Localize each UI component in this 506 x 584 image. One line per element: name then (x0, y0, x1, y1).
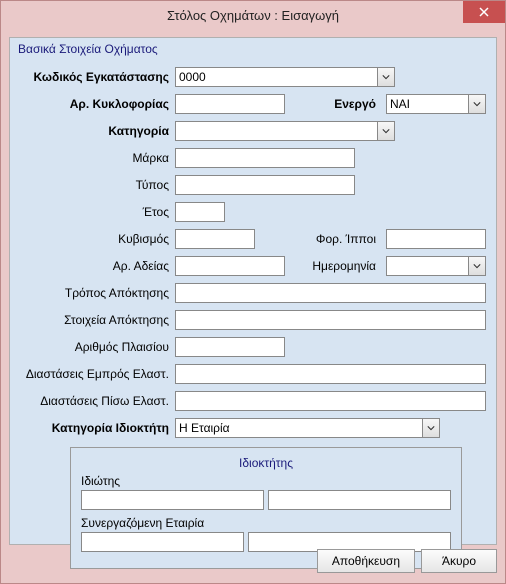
chevron-down-icon (382, 127, 390, 135)
chevron-down-icon (382, 73, 390, 81)
cc-input[interactable] (175, 229, 255, 249)
owner-category-combo[interactable] (175, 418, 440, 438)
category-combo[interactable] (175, 121, 395, 141)
label-owner-company: Συνεργαζόμενη Εταιρία (81, 516, 451, 530)
group-title: Βασικά Στοιχεία Οχήματος (16, 42, 490, 60)
close-icon (479, 7, 489, 17)
chevron-down-icon (427, 424, 435, 432)
active-drop[interactable] (468, 94, 486, 114)
save-button[interactable]: Αποθήκευση (317, 549, 415, 573)
active-input[interactable] (386, 94, 468, 114)
year-input[interactable] (175, 202, 225, 222)
owner-private-name-input[interactable] (268, 490, 451, 510)
licence-input[interactable] (175, 256, 285, 276)
install-code-input[interactable] (175, 67, 377, 87)
date-combo[interactable] (386, 256, 486, 276)
chassis-input[interactable] (175, 337, 285, 357)
date-input[interactable] (386, 256, 468, 276)
window-frame: Στόλος Οχημάτων : Εισαγωγή Βασικά Στοιχε… (0, 0, 506, 584)
label-front-tyre: Διαστάσεις Εμπρός Ελαστ. (20, 367, 175, 381)
rear-tyre-input[interactable] (175, 391, 486, 411)
label-licence: Αρ. Αδείας (20, 259, 175, 273)
label-year: Έτος (20, 205, 175, 219)
owner-category-input[interactable] (175, 418, 422, 438)
label-date: Ημερομηνία (312, 259, 382, 273)
label-active: Ενεργό (312, 97, 382, 111)
title-bar: Στόλος Οχημάτων : Εισαγωγή (1, 1, 505, 29)
label-owner-category: Κατηγορία Ιδιοκτήτη (20, 421, 175, 435)
label-rear-tyre: Διαστάσεις Πίσω Ελαστ. (20, 394, 175, 408)
label-acq-details: Στοιχεία Απόκτησης (20, 313, 175, 327)
window-title: Στόλος Οχημάτων : Εισαγωγή (167, 8, 339, 23)
hp-input[interactable] (386, 229, 486, 249)
active-combo[interactable] (386, 94, 486, 114)
label-owner-private: Ιδιώτης (81, 474, 451, 488)
plate-input[interactable] (175, 94, 285, 114)
brand-input[interactable] (175, 148, 355, 168)
install-code-combo[interactable] (175, 67, 395, 87)
install-code-drop[interactable] (377, 67, 395, 87)
acq-details-input[interactable] (175, 310, 486, 330)
label-cc: Κυβισμός (20, 232, 175, 246)
owner-private-code-input[interactable] (81, 490, 264, 510)
footer-bar: Αποθήκευση Άκυρο (9, 549, 497, 575)
cancel-button[interactable]: Άκυρο (421, 549, 497, 573)
date-drop[interactable] (468, 256, 486, 276)
label-chassis: Αριθμός Πλαισίου (20, 340, 175, 354)
category-input[interactable] (175, 121, 377, 141)
form-panel: Βασικά Στοιχεία Οχήματος Κωδικός Εγκατάσ… (9, 37, 497, 545)
form-body: Κωδικός Εγκατάστασης Αρ. Κυκλοφορίας Ενε… (16, 60, 490, 573)
label-category: Κατηγορία (20, 124, 175, 138)
category-drop[interactable] (377, 121, 395, 141)
acq-method-input[interactable] (175, 283, 486, 303)
label-plate: Αρ. Κυκλοφορίας (20, 97, 175, 111)
chevron-down-icon (473, 100, 481, 108)
front-tyre-input[interactable] (175, 364, 486, 384)
close-button[interactable] (463, 1, 505, 23)
label-type: Τύπος (20, 178, 175, 192)
owner-category-drop[interactable] (422, 418, 440, 438)
label-hp: Φορ. Ίπποι (312, 232, 382, 246)
label-acq-method: Τρόπος Απόκτησης (20, 286, 175, 300)
chevron-down-icon (473, 262, 481, 270)
type-input[interactable] (175, 175, 355, 195)
label-brand: Μάρκα (20, 151, 175, 165)
owner-group-title: Ιδιοκτήτης (81, 456, 451, 470)
label-install-code: Κωδικός Εγκατάστασης (20, 70, 175, 84)
